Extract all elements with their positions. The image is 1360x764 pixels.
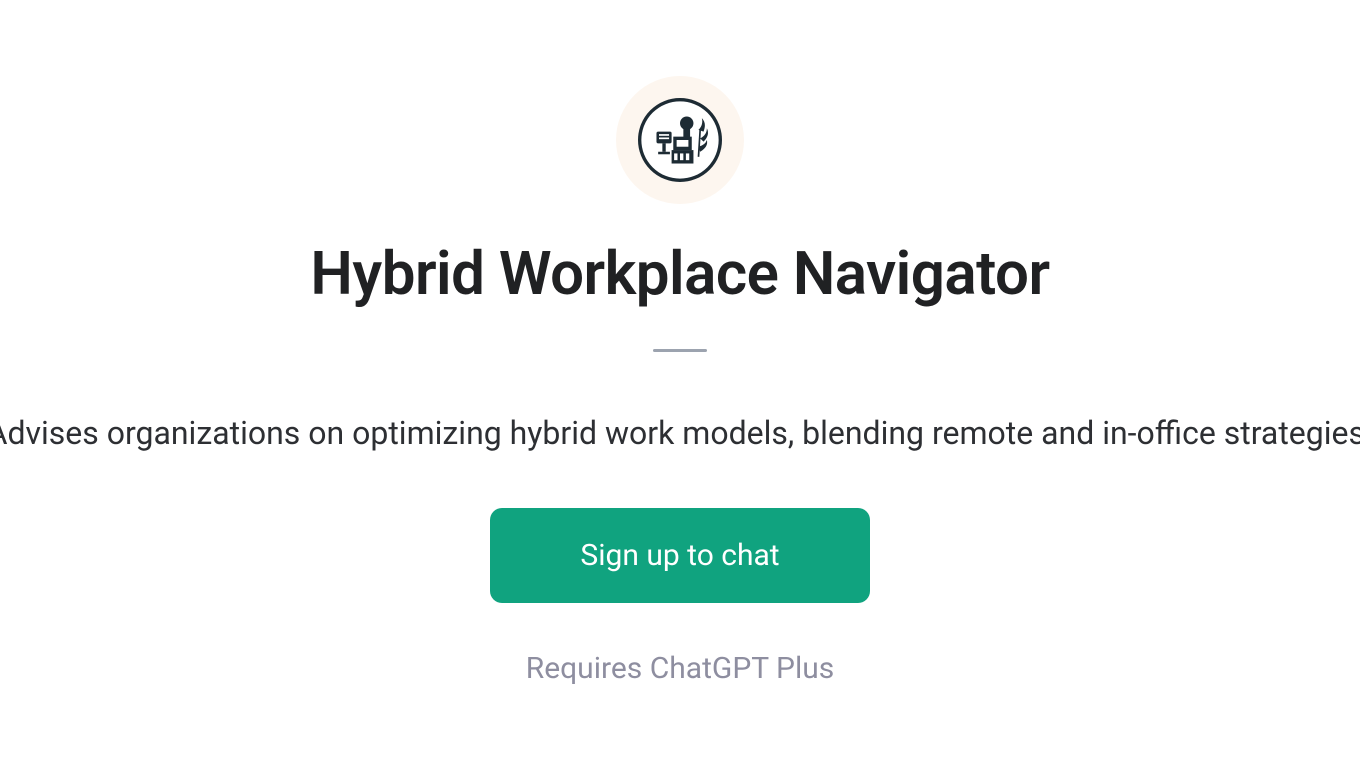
title-divider — [653, 349, 707, 352]
workplace-icon — [638, 98, 722, 182]
gpt-description: Advises organizations on optimizing hybr… — [0, 414, 1360, 452]
gpt-avatar — [616, 76, 744, 204]
requirement-text: Requires ChatGPT Plus — [526, 651, 835, 686]
signup-button[interactable]: Sign up to chat — [490, 508, 869, 603]
page-title: Hybrid Workplace Navigator — [310, 238, 1049, 309]
